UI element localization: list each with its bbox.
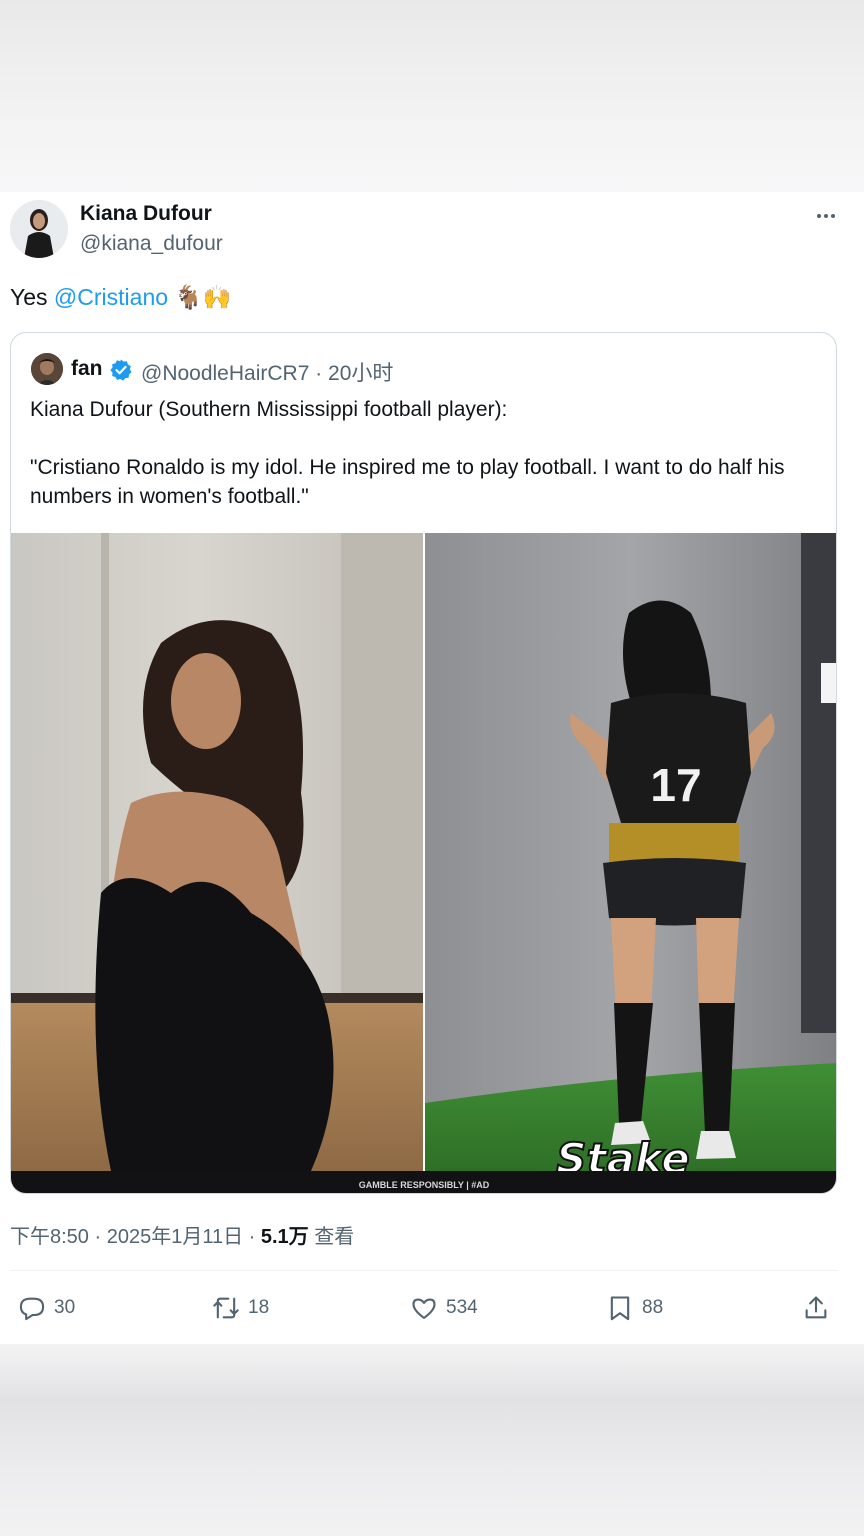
more-horizontal-icon [817, 214, 835, 218]
quote-text: Kiana Dufour (Southern Mississippi footb… [30, 395, 820, 540]
share-button[interactable] [802, 1288, 830, 1328]
retweet-count: 18 [248, 1297, 270, 1318]
bookmark-icon [610, 1296, 630, 1321]
tweet-text: Yes @Cristiano 🐐🙌 [10, 284, 231, 311]
reply-icon [19, 1297, 45, 1321]
author-handle[interactable]: @kiana_dufour [80, 232, 223, 256]
jersey-number-text: 17 [650, 759, 701, 811]
like-button[interactable]: 534 [410, 1288, 478, 1328]
image-banner-text: GAMBLE RESPONSIBLY | #AD [359, 1180, 490, 1190]
bookmark-button[interactable]: 88 [606, 1288, 663, 1328]
quote-author-avatar[interactable] [31, 353, 63, 385]
views-count: 5.1万 [260, 1226, 309, 1248]
tweet-text-prefix: Yes [10, 284, 54, 310]
action-bar: 30 18 534 88 [0, 1288, 864, 1328]
quote-text-line2: "Cristiano Ronaldo is my idol. He inspir… [30, 456, 785, 508]
bookmark-count: 88 [642, 1297, 664, 1318]
quote-author-name[interactable]: fan [71, 357, 103, 381]
verified-badge-icon [110, 359, 132, 381]
quote-media-image[interactable]: 17 Stake GAMBLE RESPONSIBLY | #AD [11, 533, 836, 1193]
more-options-button[interactable] [812, 202, 840, 230]
tweet-card: Kiana Dufour @kiana_dufour Yes @Cristian… [0, 192, 864, 1344]
tweet-timestamp: 下午8:50 · 2025年1月11日 · 5.1万 查看 [10, 1220, 354, 1249]
reply-count: 30 [54, 1297, 76, 1318]
emoji-text: 🐐🙌 [174, 284, 232, 310]
mention-link[interactable]: @Cristiano [54, 284, 168, 310]
like-count: 534 [446, 1297, 478, 1318]
quoted-tweet[interactable]: fan @NoodleHairCR7 · 20小时 Kiana Dufour (… [10, 332, 837, 1194]
author-avatar[interactable] [10, 200, 68, 258]
like-icon [412, 1298, 436, 1319]
retweet-button[interactable]: 18 [212, 1288, 269, 1328]
views-label: 查看 [308, 1226, 355, 1248]
timestamp-text[interactable]: 下午8:50 · 2025年1月11日 · [10, 1226, 261, 1248]
retweet-icon [213, 1297, 239, 1319]
divider [10, 1270, 838, 1271]
author-name[interactable]: Kiana Dufour [80, 202, 212, 226]
share-icon [805, 1296, 827, 1319]
quote-handle-time[interactable]: @NoodleHairCR7 · 20小时 [141, 357, 393, 387]
quote-text-line1: Kiana Dufour (Southern Mississippi footb… [30, 398, 508, 421]
reply-button[interactable]: 30 [18, 1288, 75, 1328]
